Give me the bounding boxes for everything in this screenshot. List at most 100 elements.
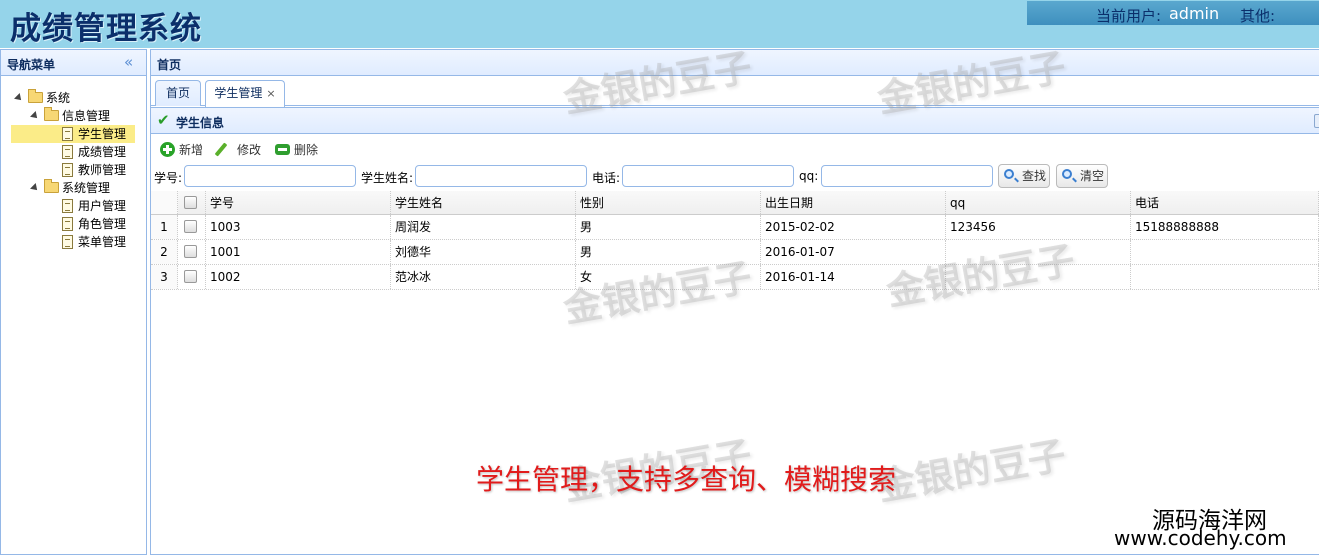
cell-student-id: 1003 bbox=[206, 215, 391, 239]
file-icon bbox=[62, 199, 73, 213]
folder-open-icon bbox=[44, 179, 59, 193]
grid-title: 学生信息 bbox=[176, 116, 225, 130]
row-select-cell bbox=[178, 240, 206, 264]
add-button-label: 新增 bbox=[179, 143, 204, 157]
edit-button-label: 修改 bbox=[237, 143, 262, 157]
tab-home[interactable]: 首页 bbox=[155, 80, 201, 106]
add-icon bbox=[160, 142, 175, 157]
column-header[interactable]: qq bbox=[946, 191, 1131, 214]
cell-phone bbox=[1131, 265, 1319, 289]
tab-student-management[interactable]: 学生管理 × bbox=[205, 80, 285, 107]
tree-node-system[interactable]: 系统 bbox=[14, 89, 135, 107]
row-number-header bbox=[151, 191, 178, 214]
promo-caption: 学生管理，支持多查询、模糊搜索 bbox=[476, 463, 897, 496]
tab-label: 首页 bbox=[165, 86, 190, 100]
column-header[interactable]: 学生姓名 bbox=[391, 191, 576, 214]
student-id-label: 学号: bbox=[154, 171, 183, 185]
cell-student-id: 1001 bbox=[206, 240, 391, 264]
center-panel-title: 首页 bbox=[157, 58, 182, 72]
folder-open-icon bbox=[28, 89, 43, 103]
expand-icon[interactable] bbox=[30, 183, 40, 193]
row-checkbox[interactable] bbox=[184, 270, 197, 283]
phone-label: 电话: bbox=[592, 171, 621, 185]
select-all-checkbox[interactable] bbox=[184, 196, 197, 209]
column-header[interactable]: 出生日期 bbox=[761, 191, 946, 214]
table-header-row: 学号 学生姓名 性别 出生日期 qq 电话 bbox=[151, 191, 1319, 215]
select-all-cell bbox=[178, 191, 206, 214]
app-title: 成绩管理系统 bbox=[10, 11, 202, 47]
student-name-label: 学生姓名: bbox=[361, 171, 414, 185]
tree-node-menu-management[interactable]: 菜单管理 bbox=[11, 233, 135, 251]
file-icon bbox=[62, 217, 73, 231]
tree-node-label: 角色管理 bbox=[78, 217, 127, 231]
expand-icon[interactable] bbox=[14, 93, 24, 103]
checkmark-icon: ✔ bbox=[157, 111, 170, 129]
student-id-input[interactable] bbox=[184, 165, 356, 187]
tree-node-info-management[interactable]: 信息管理 bbox=[30, 107, 135, 125]
row-checkbox[interactable] bbox=[184, 245, 197, 258]
row-number: 3 bbox=[151, 265, 178, 289]
nav-panel-title: 导航菜单 bbox=[7, 58, 56, 72]
app-header: 成绩管理系统 当前用户: admin 其他: bbox=[0, 0, 1319, 48]
student-name-input[interactable] bbox=[415, 165, 587, 187]
column-header[interactable]: 电话 bbox=[1131, 191, 1319, 214]
search-button[interactable]: 查找 bbox=[998, 164, 1050, 188]
tree-node-label: 菜单管理 bbox=[78, 235, 127, 249]
column-header[interactable]: 学号 bbox=[206, 191, 391, 214]
cell-qq bbox=[946, 240, 1131, 264]
phone-input[interactable] bbox=[622, 165, 794, 187]
cell-student-id: 1002 bbox=[206, 265, 391, 289]
cell-sex: 男 bbox=[576, 240, 761, 264]
cell-student-name: 刘德华 bbox=[391, 240, 576, 264]
column-header[interactable]: 性别 bbox=[576, 191, 761, 214]
delete-button[interactable]: 删除 bbox=[275, 140, 323, 160]
tree-node-label: 用户管理 bbox=[78, 199, 127, 213]
cell-sex: 男 bbox=[576, 215, 761, 239]
expand-icon[interactable] bbox=[30, 111, 40, 121]
cell-student-name: 范冰冰 bbox=[391, 265, 576, 289]
tree-node-score-management[interactable]: 成绩管理 bbox=[11, 143, 135, 161]
table-row[interactable]: 2 1001 刘德华 男 2016-01-07 bbox=[151, 240, 1319, 265]
tree-node-role-management[interactable]: 角色管理 bbox=[11, 215, 135, 233]
tree-node-teacher-management[interactable]: 教师管理 bbox=[11, 161, 135, 179]
current-username: admin bbox=[1169, 4, 1220, 23]
tree-node-label: 系统管理 bbox=[62, 181, 111, 195]
search-icon bbox=[1062, 169, 1072, 179]
tree-node-student-management[interactable]: 学生管理 bbox=[11, 125, 135, 143]
panel-tool-icon[interactable] bbox=[1314, 114, 1319, 128]
tree-node-user-management[interactable]: 用户管理 bbox=[11, 197, 135, 215]
tree-node-label: 信息管理 bbox=[62, 109, 111, 123]
file-icon bbox=[62, 145, 73, 159]
cell-phone bbox=[1131, 240, 1319, 264]
row-select-cell bbox=[178, 265, 206, 289]
collapse-left-icon[interactable]: « bbox=[124, 53, 133, 71]
row-number: 2 bbox=[151, 240, 178, 264]
current-user-label: 当前用户: bbox=[1096, 7, 1162, 25]
tree-node-label: 教师管理 bbox=[78, 163, 127, 177]
row-number: 1 bbox=[151, 215, 178, 239]
file-icon bbox=[62, 235, 73, 249]
table-row[interactable]: 3 1002 范冰冰 女 2016-01-14 bbox=[151, 265, 1319, 290]
cell-birth-date: 2015-02-02 bbox=[761, 215, 946, 239]
tree-node-system-management[interactable]: 系统管理 bbox=[30, 179, 135, 197]
row-checkbox[interactable] bbox=[184, 220, 197, 233]
close-icon[interactable]: × bbox=[266, 87, 275, 100]
table-row[interactable]: 1 1003 周润发 男 2015-02-02 123456 151888888… bbox=[151, 215, 1319, 240]
cell-qq: 123456 bbox=[946, 215, 1131, 239]
cell-qq bbox=[946, 265, 1131, 289]
grid-toolbar: 新增 修改 删除 bbox=[151, 136, 1319, 162]
delete-button-label: 删除 bbox=[294, 143, 319, 157]
cell-student-name: 周润发 bbox=[391, 215, 576, 239]
grid-panel-header: ✔ 学生信息 bbox=[151, 108, 1319, 134]
add-button[interactable]: 新增 bbox=[160, 140, 208, 160]
tree-node-label: 系统 bbox=[46, 91, 71, 105]
center-panel-header: 首页 bbox=[151, 50, 1319, 76]
tab-strip: 首页 学生管理 × bbox=[151, 77, 1319, 107]
pencil-icon bbox=[214, 142, 228, 157]
cell-phone: 15188888888 bbox=[1131, 215, 1319, 239]
user-bar: 当前用户: admin 其他: bbox=[1027, 1, 1319, 25]
edit-button[interactable]: 修改 bbox=[214, 140, 266, 160]
qq-input[interactable] bbox=[821, 165, 993, 187]
clear-button[interactable]: 清空 bbox=[1056, 164, 1108, 188]
qq-label: qq: bbox=[799, 169, 819, 183]
